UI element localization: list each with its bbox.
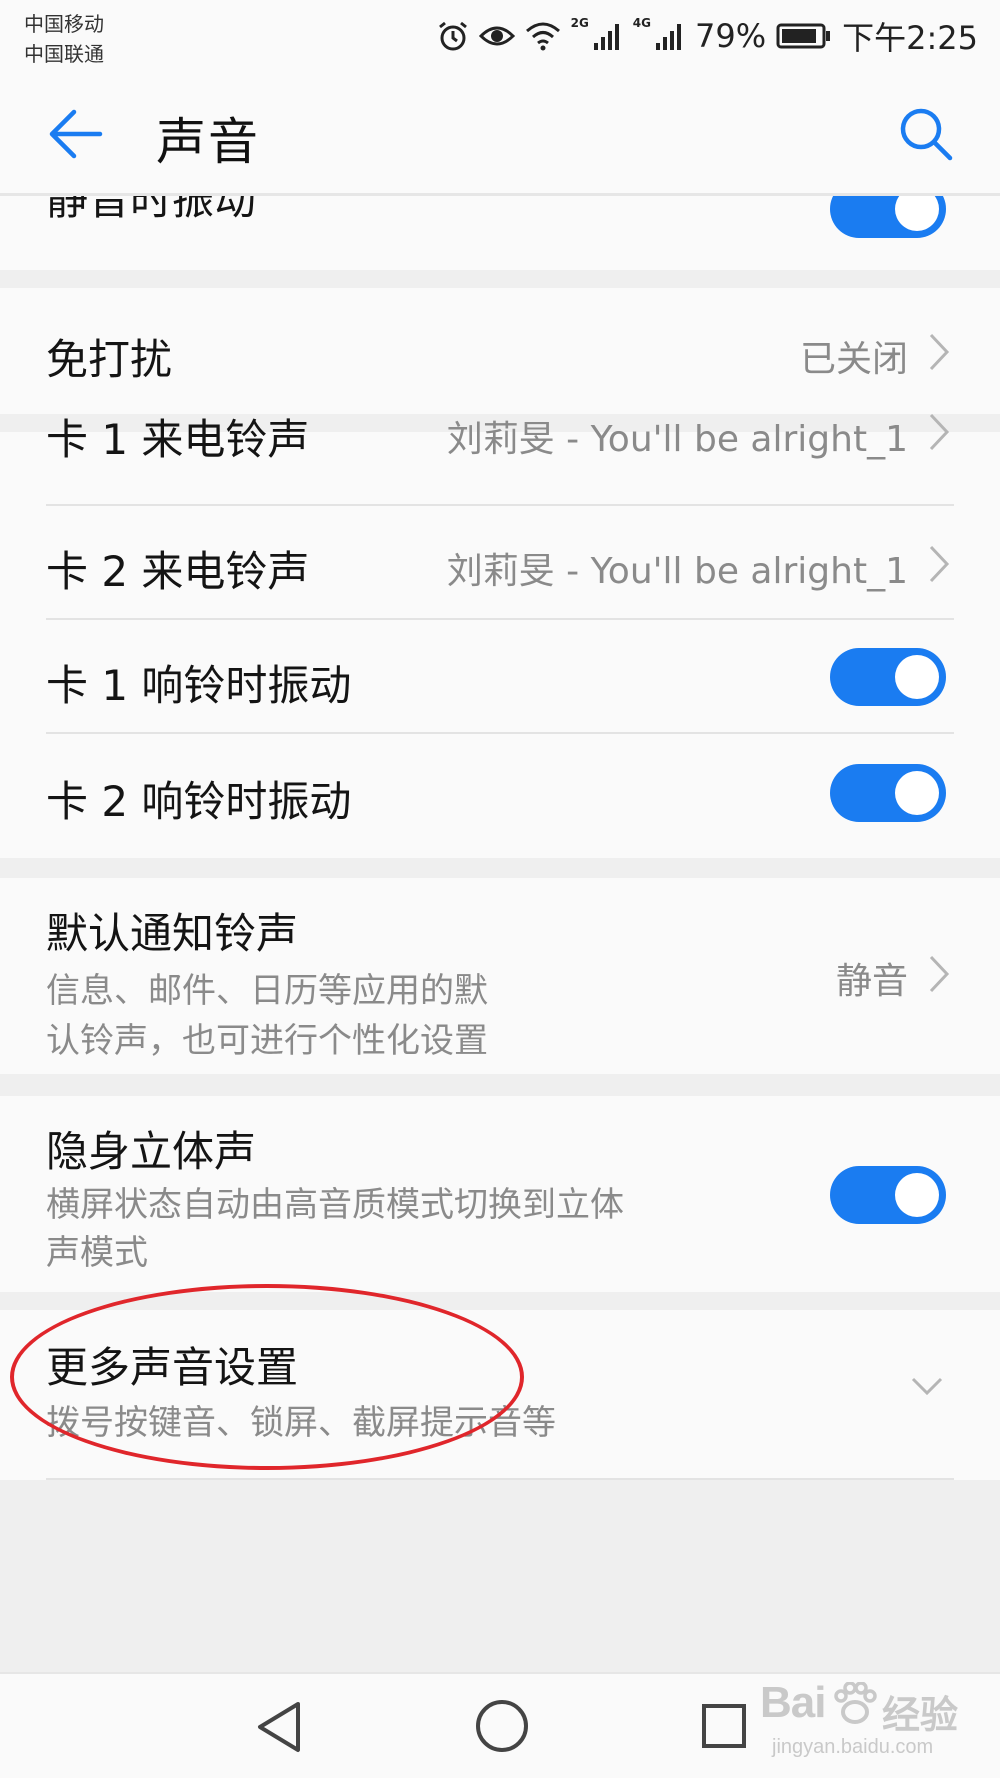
group-silent-vibrate: 静音时振动 <box>0 196 1000 270</box>
group-more-sound-settings: 更多声音设置 拨号按键音、锁屏、截屏提示音等 <box>0 1310 1000 1480</box>
row-value: 静音 <box>835 961 908 1002</box>
row-title: 免打扰 <box>46 335 173 384</box>
row-stealth-stereo[interactable]: 隐身立体声 横屏状态自动由高音质模式切换到立体 声模式 <box>0 1096 1000 1292</box>
row-vibrate-when-silent[interactable]: 静音时振动 <box>0 196 1000 270</box>
row-more-sound-settings[interactable]: 更多声音设置 拨号按键音、锁屏、截屏提示音等 <box>0 1310 1000 1480</box>
row-do-not-disturb[interactable]: 免打扰 已关闭 <box>0 288 1000 414</box>
toggle-knob <box>895 196 939 231</box>
stealth-stereo-toggle[interactable] <box>830 1166 946 1224</box>
paw-icon <box>834 1682 877 1724</box>
chevron-right-icon <box>929 413 950 451</box>
toggle-knob <box>895 655 939 699</box>
group-do-not-disturb: 免打扰 已关闭 <box>0 288 1000 414</box>
row-value: 刘莉旻 - You'll be alright_1 <box>446 551 908 592</box>
row-title: 更多声音设置 <box>46 1343 299 1392</box>
row-title: 隐身立体声 <box>46 1127 257 1176</box>
row-sim2-vibrate[interactable]: 卡 2 响铃时振动 <box>0 734 1000 858</box>
network-type-1: 2G <box>570 16 589 30</box>
eye-comfort-icon <box>478 26 515 46</box>
watermark-url: jingyan.baidu.com <box>772 1736 934 1758</box>
arrow-left-icon[interactable] <box>44 104 104 164</box>
page-title: 声音 <box>156 113 260 171</box>
watermark-logo: Bai <box>760 1678 826 1727</box>
row-value: 已关闭 <box>799 339 908 380</box>
battery-icon <box>776 23 831 49</box>
settings-list[interactable]: 静音时振动 免打扰 已关闭 卡 1 来电铃声 刘莉旻 - You'll be a… <box>0 196 1000 1672</box>
network-type-2: 4G <box>632 16 651 30</box>
divider <box>46 1478 954 1480</box>
battery-percent: 79% <box>695 17 767 55</box>
row-sim2-ringtone[interactable]: 卡 2 来电铃声 刘莉旻 - You'll be alright_1 <box>0 506 1000 618</box>
row-title: 默认通知铃声 <box>46 909 299 958</box>
row-title: 卡 2 响铃时振动 <box>46 777 352 826</box>
chevron-right-icon <box>929 955 950 993</box>
nav-back-icon[interactable] <box>254 1700 304 1754</box>
row-subtitle: 拨号按键音、锁屏、截屏提示音等 <box>46 1403 556 1443</box>
row-title: 卡 1 响铃时振动 <box>46 661 352 710</box>
group-ringtones: 卡 1 来电铃声 刘莉旻 - You'll be alright_1 卡 2 来… <box>0 413 1000 858</box>
app-bar: 声音 <box>0 70 1000 196</box>
carrier-1: 中国移动 <box>24 12 104 36</box>
row-sim1-ringtone[interactable]: 卡 1 来电铃声 刘莉旻 - You'll be alright_1 <box>0 413 1000 504</box>
chevron-right-icon <box>929 545 950 583</box>
status-icons: 2G 4G 79% 下午2:25 <box>437 14 978 58</box>
clock: 下午2:25 <box>842 19 978 57</box>
signal-icon <box>593 24 619 50</box>
row-subtitle-line-1: 横屏状态自动由高音质模式切换到立体 <box>46 1185 624 1225</box>
row-title: 卡 1 来电铃声 <box>46 415 310 464</box>
alarm-icon <box>438 21 467 51</box>
row-title: 卡 2 来电铃声 <box>46 547 310 596</box>
carrier-2: 中国联通 <box>24 42 104 66</box>
watermark: Bai 经验 jingyan.baidu.com <box>760 1676 988 1772</box>
sim2-vibrate-toggle[interactable] <box>830 764 946 822</box>
nav-home-icon[interactable] <box>474 1698 530 1754</box>
chevron-down-icon[interactable] <box>910 1376 944 1396</box>
toggle-knob <box>895 771 939 815</box>
wifi-icon <box>525 22 560 51</box>
vibrate-when-silent-toggle[interactable] <box>830 196 946 238</box>
toggle-knob <box>895 1173 939 1217</box>
status-bar: 中国移动 中国联通 2G 4G 79% 下午2:25 <box>0 0 1000 70</box>
nav-recents-icon[interactable] <box>700 1702 748 1750</box>
row-subtitle-line-2: 声模式 <box>46 1233 148 1273</box>
row-sim1-vibrate[interactable]: 卡 1 响铃时振动 <box>0 620 1000 732</box>
group-stealth-stereo: 隐身立体声 横屏状态自动由高音质模式切换到立体 声模式 <box>0 1096 1000 1292</box>
search-icon[interactable] <box>896 104 954 162</box>
sim1-vibrate-toggle[interactable] <box>830 648 946 706</box>
watermark-brand: 经验 <box>882 1693 959 1737</box>
row-subtitle-line-2: 认铃声，也可进行个性化设置 <box>46 1021 488 1061</box>
chevron-right-icon <box>929 333 950 371</box>
row-default-notification[interactable]: 默认通知铃声 信息、邮件、日历等应用的默 认铃声，也可进行个性化设置 静音 <box>0 878 1000 1074</box>
row-title: 静音时振动 <box>46 196 257 224</box>
group-default-notification: 默认通知铃声 信息、邮件、日历等应用的默 认铃声，也可进行个性化设置 静音 <box>0 878 1000 1074</box>
row-subtitle-line-1: 信息、邮件、日历等应用的默 <box>46 971 488 1011</box>
signal-icon <box>656 24 681 50</box>
row-value: 刘莉旻 - You'll be alright_1 <box>446 419 908 460</box>
